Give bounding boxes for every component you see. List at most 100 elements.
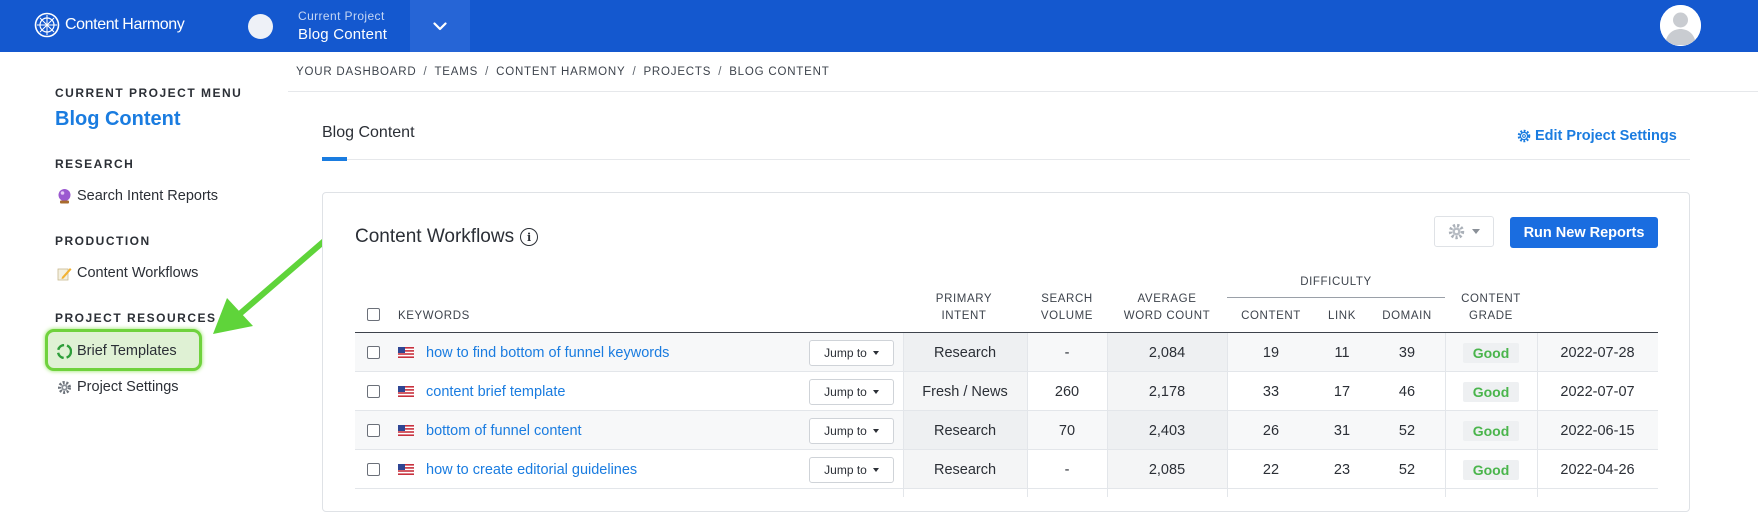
select-all-checkbox-cell <box>367 305 380 323</box>
us-flag-icon <box>398 425 414 436</box>
domain-difficulty-cell: 46 <box>1398 383 1416 400</box>
table-row[interactable]: how to find bottom of funnel keywords Jum… <box>355 333 1658 372</box>
sidebar-item-label: Content Workflows <box>77 265 199 281</box>
keyword-link[interactable]: how to create editorial guidelines <box>426 450 637 489</box>
jump-to-cell: Jump to <box>809 411 894 450</box>
current-project-value: Blog Content <box>298 26 388 43</box>
edit-settings-label: Edit Project Settings <box>1535 128 1677 144</box>
sidebar-item-label: Search Intent Reports <box>77 188 219 204</box>
content-difficulty-cell: 33 <box>1262 383 1280 400</box>
gear-icon <box>1448 223 1465 240</box>
table-row[interactable]: how to create editorial guidelines Jump t… <box>355 450 1658 489</box>
run-new-reports-button[interactable]: Run New Reports <box>1510 217 1658 248</box>
word-count-cell: 2,085 <box>1148 461 1186 478</box>
link-difficulty-cell: 17 <box>1333 383 1351 400</box>
word-count-cell: 2,178 <box>1148 383 1186 400</box>
tab-divider <box>322 159 1690 160</box>
header-average-word-count[interactable]: AVERAGE WORD COUNT <box>1107 291 1227 325</box>
column-divider <box>1107 333 1108 497</box>
jump-to-dropdown[interactable]: Jump to <box>809 339 894 366</box>
column-divider <box>1537 333 1538 497</box>
sidebar-item-label: Project Settings <box>77 379 179 395</box>
breadcrumb: YOUR DASHBOARD / TEAMS / CONTENT HARMONY… <box>296 66 830 78</box>
breadcrumb-team[interactable]: CONTENT HARMONY <box>496 66 625 78</box>
memo-icon <box>55 264 73 282</box>
breadcrumb-projects[interactable]: PROJECTS <box>643 66 711 78</box>
sidebar-item-content-workflows[interactable]: Content Workflows <box>55 264 198 282</box>
search-volume-cell: - <box>1064 461 1070 478</box>
sidebar-heading: CURRENT PROJECT MENU <box>55 86 243 100</box>
jump-to-cell: Jump to <box>809 372 894 411</box>
jump-to-dropdown[interactable]: Jump to <box>809 456 894 483</box>
active-tab-indicator <box>322 157 347 161</box>
jump-to-dropdown[interactable]: Jump to <box>809 417 894 444</box>
header-primary-intent[interactable]: PRIMARY INTENT <box>904 291 1024 325</box>
keyword-link[interactable]: bottom of funnel content <box>426 411 582 450</box>
card-title: Content Workflows <box>355 226 515 247</box>
edit-project-settings-link[interactable]: Edit Project Settings <box>1517 128 1677 144</box>
sidebar-item-brief-templates[interactable]: Brief Templates <box>55 342 177 360</box>
caret-down-icon <box>872 389 879 394</box>
header-keywords[interactable]: KEYWORDS <box>398 308 470 325</box>
top-navbar: Content Harmony Current Project Blog Con… <box>0 0 1758 52</box>
sidebar-section-production: PRODUCTION <box>55 234 151 248</box>
primary-intent-cell: Research <box>933 344 997 361</box>
user-avatar[interactable] <box>1660 5 1701 46</box>
table-row[interactable]: bottom of funnel content Jump to Research 7… <box>355 411 1658 450</box>
table-row[interactable]: content brief template Jump to Fresh / New… <box>355 372 1658 411</box>
primary-intent-cell: Research <box>933 461 997 478</box>
info-icon[interactable]: i <box>520 228 539 246</box>
sidebar-item-search-intent[interactable]: Search Intent Reports <box>55 187 218 205</box>
row-checkbox[interactable] <box>367 385 380 398</box>
chevron-down-icon <box>433 21 447 30</box>
caret-down-icon <box>872 467 879 472</box>
row-checkbox-cell <box>367 372 380 411</box>
sidebar-item-project-settings[interactable]: Project Settings <box>55 378 179 396</box>
keyword-link[interactable]: how to find bottom of funnel keywords <box>426 333 669 372</box>
word-count-cell: 2,084 <box>1148 344 1186 361</box>
logo-icon <box>34 12 60 38</box>
jump-to-dropdown[interactable]: Jump to <box>809 378 894 405</box>
grade-badge: Good <box>1462 459 1520 480</box>
column-divider <box>1445 333 1446 497</box>
breadcrumb-dashboard[interactable]: YOUR DASHBOARD <box>296 66 416 78</box>
content-grade-cell: Good <box>1445 372 1537 411</box>
search-volume-cell: 260 <box>1054 383 1080 400</box>
header-link-difficulty[interactable]: LINK <box>1315 308 1369 325</box>
tab-blog-content[interactable]: Blog Content <box>322 124 415 142</box>
us-flag-icon <box>398 386 414 397</box>
user-icon <box>1660 5 1701 46</box>
date-cell: 2022-06-15 <box>1560 422 1635 439</box>
flag-cell <box>398 450 414 489</box>
jump-to-cell: Jump to <box>809 333 894 372</box>
project-dropdown-button[interactable] <box>410 0 470 52</box>
logo-text: Content Harmony <box>65 16 185 33</box>
header-content-difficulty[interactable]: CONTENT <box>1227 308 1315 325</box>
breadcrumb-teams[interactable]: TEAMS <box>434 66 478 78</box>
header-content-grade[interactable]: CONTENT GRADE <box>1445 291 1537 325</box>
row-checkbox[interactable] <box>367 424 380 437</box>
current-project-label: Current Project <box>298 9 385 23</box>
status-indicator[interactable] <box>248 14 273 39</box>
header-domain-difficulty[interactable]: DOMAIN <box>1369 308 1445 325</box>
current-project-switcher[interactable]: Current Project Blog Content <box>298 9 387 43</box>
content-grade-cell: Good <box>1445 333 1537 372</box>
header-difficulty: DIFFICULTY <box>1300 276 1372 288</box>
keyword-link[interactable]: content brief template <box>426 372 565 411</box>
search-volume-cell: - <box>1064 344 1070 361</box>
sidebar-section-resources: PROJECT RESOURCES <box>55 311 217 325</box>
sidebar-item-label: Brief Templates <box>77 343 177 359</box>
column-divider <box>903 333 904 497</box>
header-search-volume[interactable]: SEARCH VOLUME <box>1027 291 1107 325</box>
sidebar-section-research: RESEARCH <box>55 157 135 171</box>
caret-down-icon <box>872 428 879 433</box>
sidebar-project-name[interactable]: Blog Content <box>55 108 295 131</box>
row-checkbox[interactable] <box>367 463 380 476</box>
row-checkbox[interactable] <box>367 346 380 359</box>
date-cell: 2022-07-28 <box>1560 344 1635 361</box>
table-settings-dropdown[interactable] <box>1434 216 1494 247</box>
row-checkbox-cell <box>367 450 380 489</box>
select-all-checkbox[interactable] <box>367 307 380 321</box>
breadcrumb-divider <box>288 91 1758 92</box>
app-logo[interactable]: Content Harmony <box>34 12 185 38</box>
